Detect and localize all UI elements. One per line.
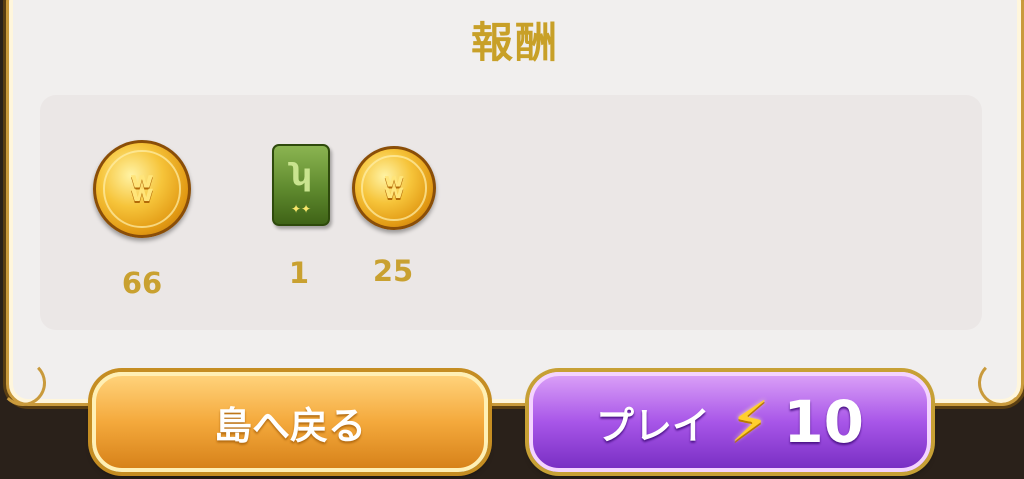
reward-item-card: ʮ ✦✦ xyxy=(272,144,330,226)
return-to-island-button[interactable]: 島へ戻る xyxy=(92,372,488,472)
reward-count: 1 xyxy=(288,256,310,290)
return-to-island-label: 島へ戻る xyxy=(213,403,366,448)
reward-item-coin: ʬ xyxy=(352,146,436,230)
reward-item-coin: ʬ xyxy=(93,140,191,238)
play-cost: 10 xyxy=(783,388,865,456)
card-icon: ʮ ✦✦ xyxy=(272,144,330,226)
play-label: プレイ xyxy=(595,403,710,448)
dialog-title: 報酬 xyxy=(470,18,559,67)
frame-ornament xyxy=(978,360,1024,406)
reward-count: 25 xyxy=(372,254,414,288)
frame-ornament xyxy=(0,360,46,406)
reward-count: 66 xyxy=(121,266,163,300)
coin-icon: ʬ xyxy=(93,140,191,238)
play-button[interactable]: プレイ ⚡ 10 xyxy=(529,372,931,472)
coin-icon: ʬ xyxy=(352,146,436,230)
lightning-bolt-icon: ⚡ xyxy=(729,389,770,455)
